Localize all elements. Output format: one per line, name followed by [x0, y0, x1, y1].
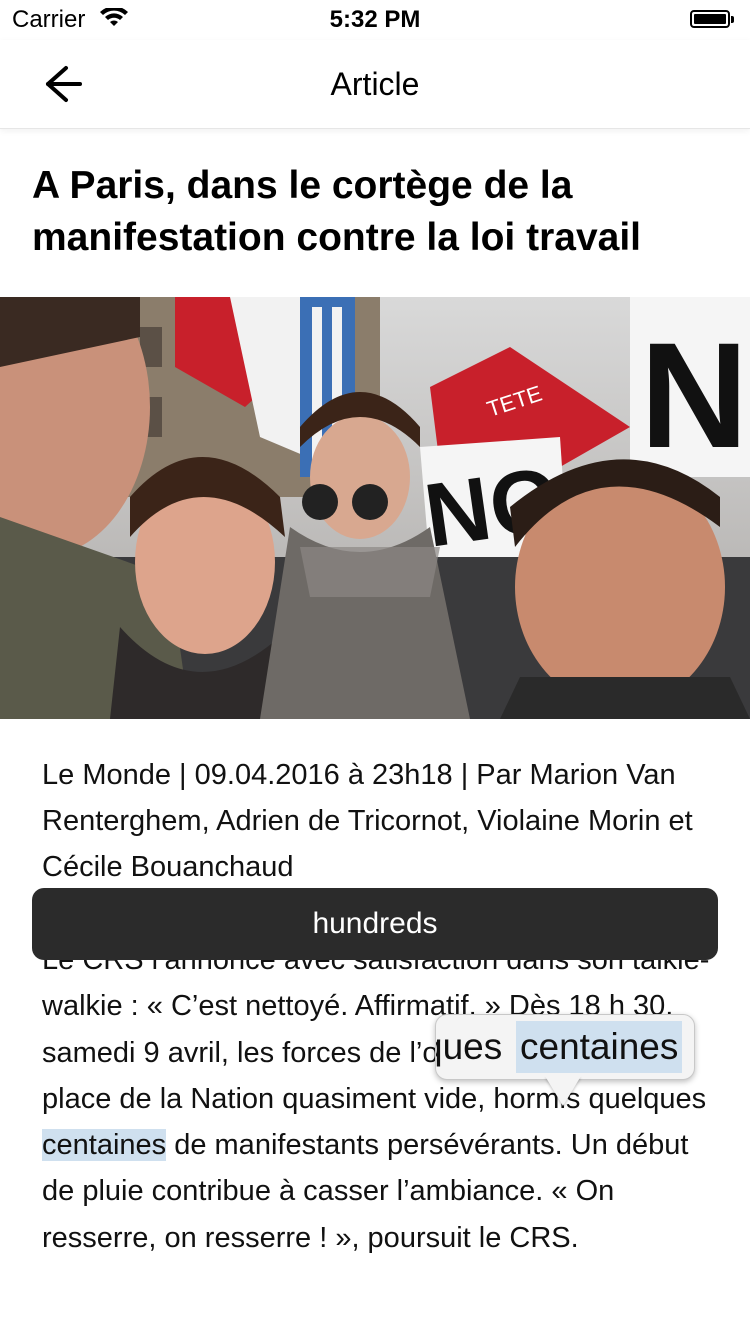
status-bar: Carrier 5:32 PM	[0, 0, 750, 40]
page-title: Article	[330, 66, 420, 102]
navigation-bar: Article	[0, 40, 750, 129]
article-byline: Le Monde | 09.04.2016 à 23h18 | Par Mari…	[42, 759, 693, 883]
article-photo[interactable]: TETE NO N	[0, 297, 750, 719]
article-headline: A Paris, dans le cortège de la manifesta…	[32, 164, 641, 259]
magnifier-left-text: ques	[436, 1026, 503, 1067]
svg-text:N: N	[640, 311, 748, 479]
protest-photo: TETE NO N	[0, 297, 750, 719]
battery-icon	[690, 10, 734, 30]
magnifier-selected-text: centaines	[516, 1021, 683, 1073]
translation-banner[interactable]: hundreds	[32, 888, 718, 960]
clock: 5:32 PM	[329, 6, 421, 33]
selected-word[interactable]: centaines	[42, 1129, 167, 1162]
article-paragraph[interactable]: Le CRS l’annonce avec satisfaction dans …	[42, 937, 722, 1261]
magnifier-pointer	[545, 1076, 581, 1106]
text-magnifier: ques centaines	[435, 1014, 695, 1080]
